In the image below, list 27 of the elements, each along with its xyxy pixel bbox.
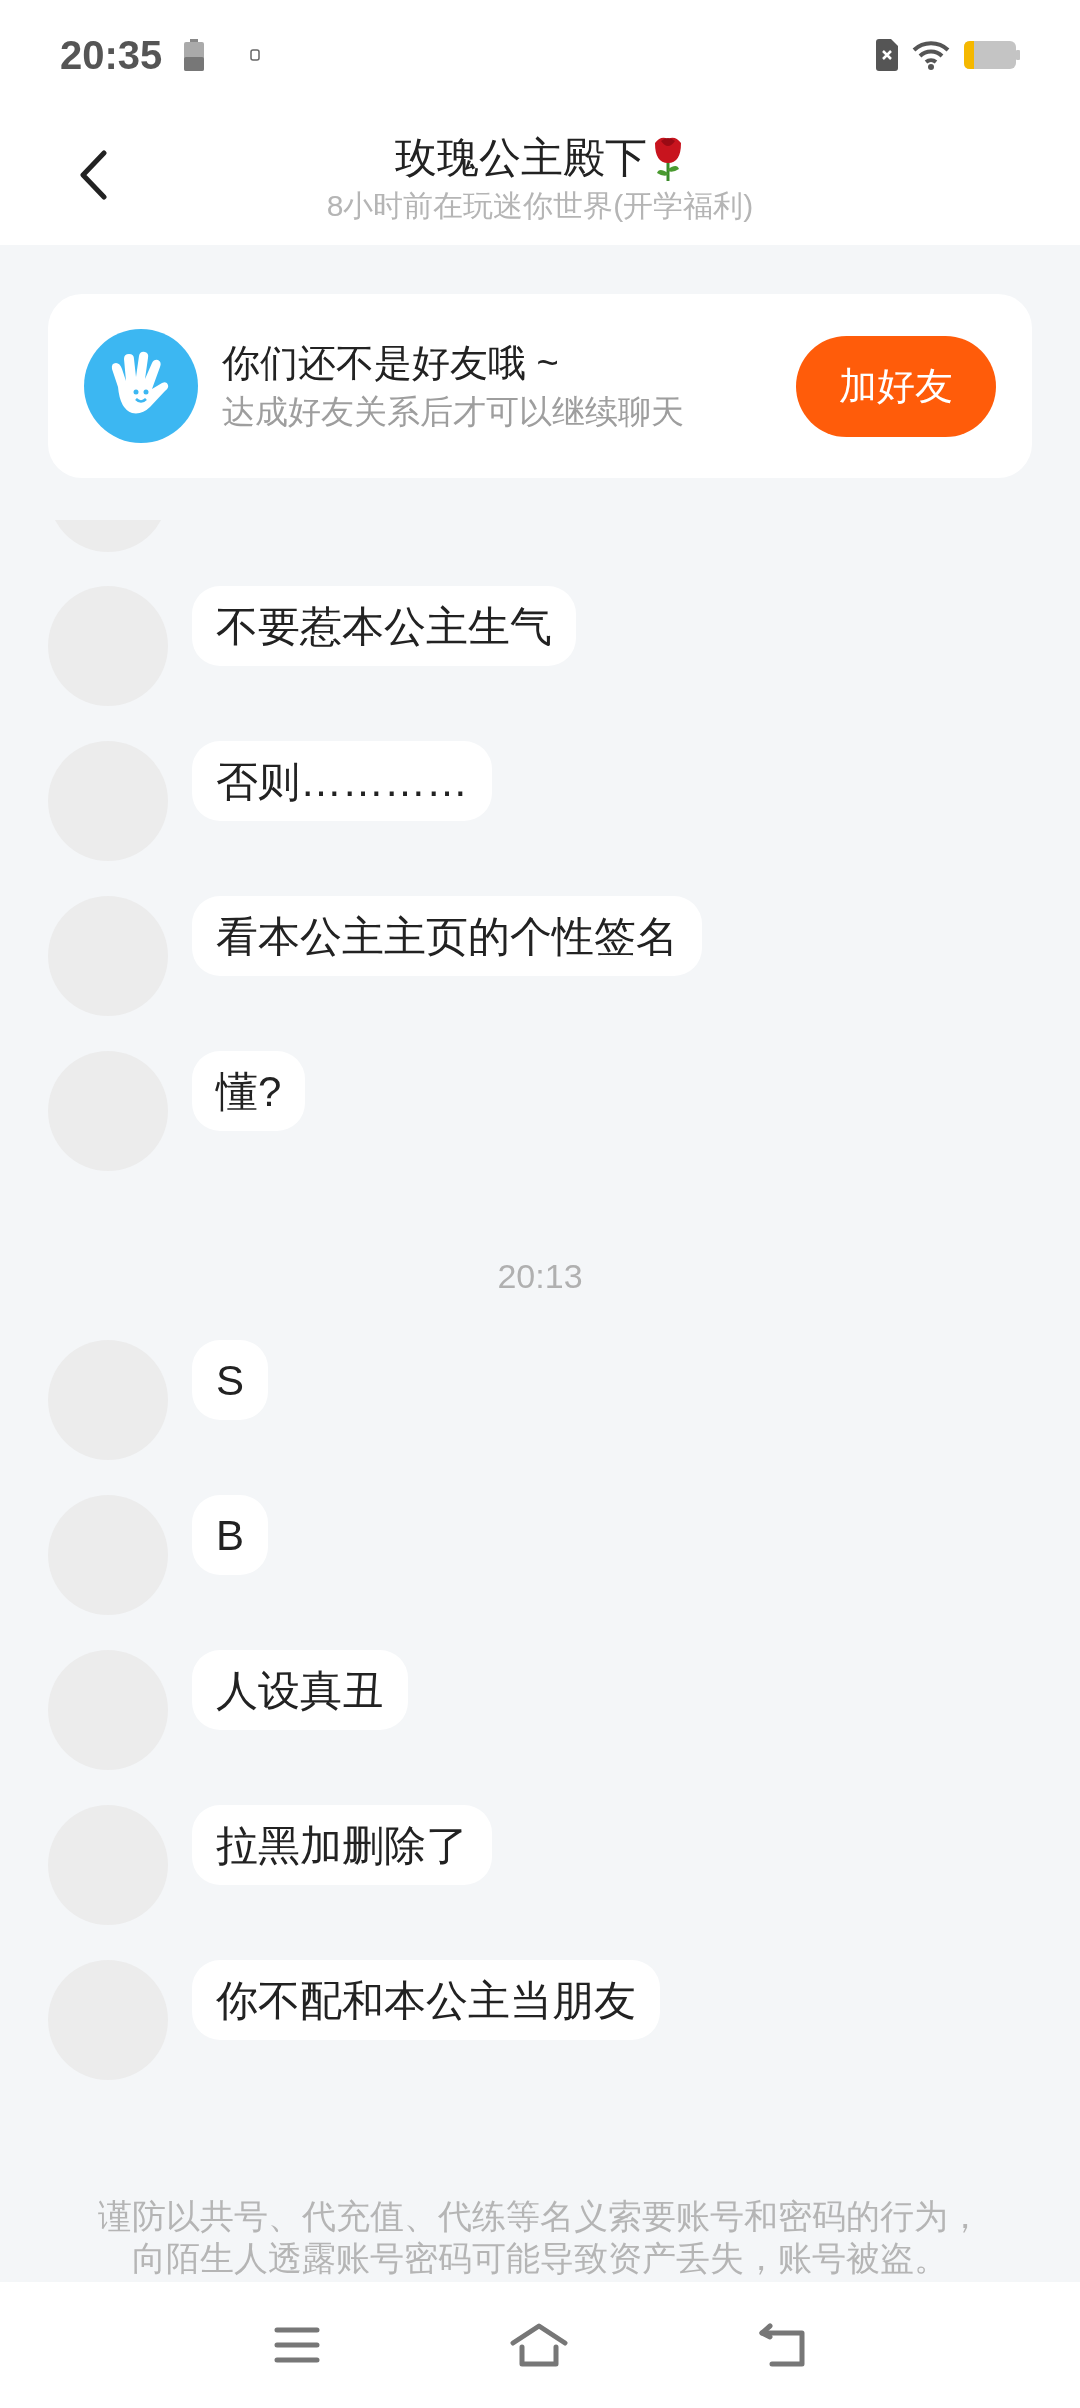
message-bubble: 拉黑加删除了: [192, 1805, 492, 1885]
hand-icon: [84, 329, 198, 443]
notification-icon: [250, 49, 261, 61]
message-bubble: 看本公主主页的个性签名: [192, 896, 702, 976]
notice-title: 你们还不是好友哦 ~: [222, 341, 560, 386]
message-bubble: 懂?: [192, 1051, 306, 1131]
back-icon[interactable]: [78, 150, 108, 200]
home-icon[interactable]: [510, 2323, 568, 2367]
battery-icon: [964, 41, 1020, 69]
message-bubble: 不要惹本公主生气: [192, 586, 576, 666]
sim-icon: [876, 39, 898, 71]
message-bubble: S: [192, 1340, 268, 1420]
status-text: 8小时前在玩迷你世界(开学福利): [326, 187, 754, 224]
notice-subtitle: 达成好友关系后才可以继续聊天: [222, 392, 685, 432]
message-bubble: 否则…………: [192, 741, 492, 821]
add-friend-button[interactable]: 加好友: [796, 335, 996, 437]
message-bubble: B: [192, 1495, 268, 1575]
security-warning: 向陌生人透露账号密码可能导致资产丢失，账号被盗。: [132, 2238, 948, 2279]
timestamp: 20:13: [497, 1256, 583, 1296]
security-warning: 谨防以共号、代充值、代练等名义索要账号和密码的行为，: [98, 2196, 982, 2237]
message-bubble: 人设真丑: [192, 1650, 408, 1730]
message-bubble: 你不配和本公主当朋友: [192, 1960, 660, 2040]
status-time: 20:35: [60, 32, 163, 79]
contact-name: 玫瑰公主殿下: [395, 132, 647, 183]
wifi-icon: [912, 40, 950, 70]
menu-icon[interactable]: [274, 2325, 320, 2365]
battery-icon: [184, 39, 205, 71]
